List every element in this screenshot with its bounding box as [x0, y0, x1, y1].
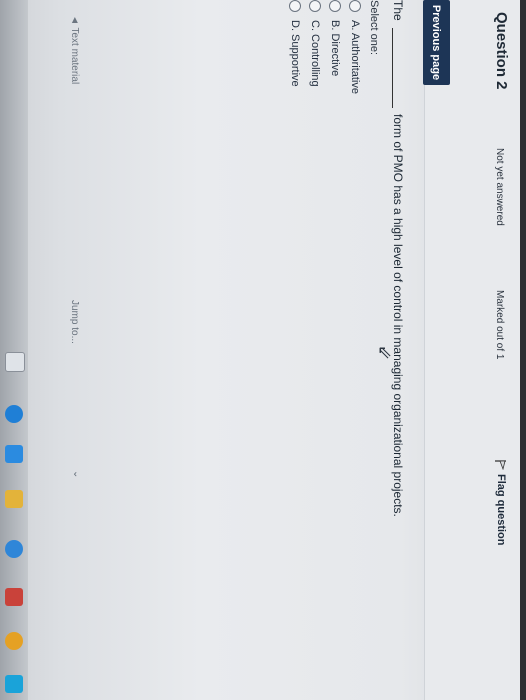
previous-page-button[interactable]: Previous page	[423, 0, 450, 85]
question-title: Question 2	[493, 12, 510, 90]
radio-button[interactable]	[349, 0, 361, 12]
screen-bezel	[520, 0, 526, 700]
text-material-link[interactable]: ◄ Text material	[69, 15, 80, 84]
option-label: C. Controlling	[309, 20, 321, 87]
jump-to-select[interactable]: Jump to...	[69, 300, 80, 344]
flag-question-link[interactable]: Flag question	[495, 460, 507, 546]
select-one-label: Select one:	[368, 0, 380, 56]
radio-button[interactable]	[289, 0, 301, 12]
question-info-card: Question 2 Not yet answered Marked out o…	[424, 0, 520, 700]
quiz-page: Question 2 Not yet answered Marked out o…	[0, 0, 520, 700]
question-marks: Marked out of 1	[494, 290, 505, 360]
question-text: The form of PMO has a high level of contr…	[391, 0, 405, 517]
question-lead: The	[391, 0, 405, 21]
option-b[interactable]: B. Directive	[329, 0, 341, 76]
option-label: A. Authoritative	[349, 20, 361, 94]
option-d[interactable]: D. Supportive	[289, 0, 301, 87]
chevron-down-icon[interactable]: ⌄	[71, 470, 82, 478]
question-rest: form of PMO has a high level of control …	[391, 114, 405, 517]
blank-line	[392, 28, 393, 108]
question-content: The form of PMO has a high level of contr…	[125, 0, 425, 700]
option-c[interactable]: C. Controlling	[309, 0, 321, 87]
mouse-cursor-icon: ⇖	[376, 342, 393, 363]
flag-icon	[495, 460, 507, 470]
option-label: B. Directive	[329, 20, 341, 77]
radio-button[interactable]	[309, 0, 321, 12]
radio-button[interactable]	[329, 0, 341, 12]
flag-question-label: Flag question	[495, 474, 507, 546]
option-a[interactable]: A. Authoritative	[349, 0, 361, 94]
option-label: D. Supportive	[289, 20, 301, 87]
bottom-navigation: ◄ Text material Jump to... ⌄	[40, 0, 82, 700]
question-status: Not yet answered	[494, 148, 505, 226]
